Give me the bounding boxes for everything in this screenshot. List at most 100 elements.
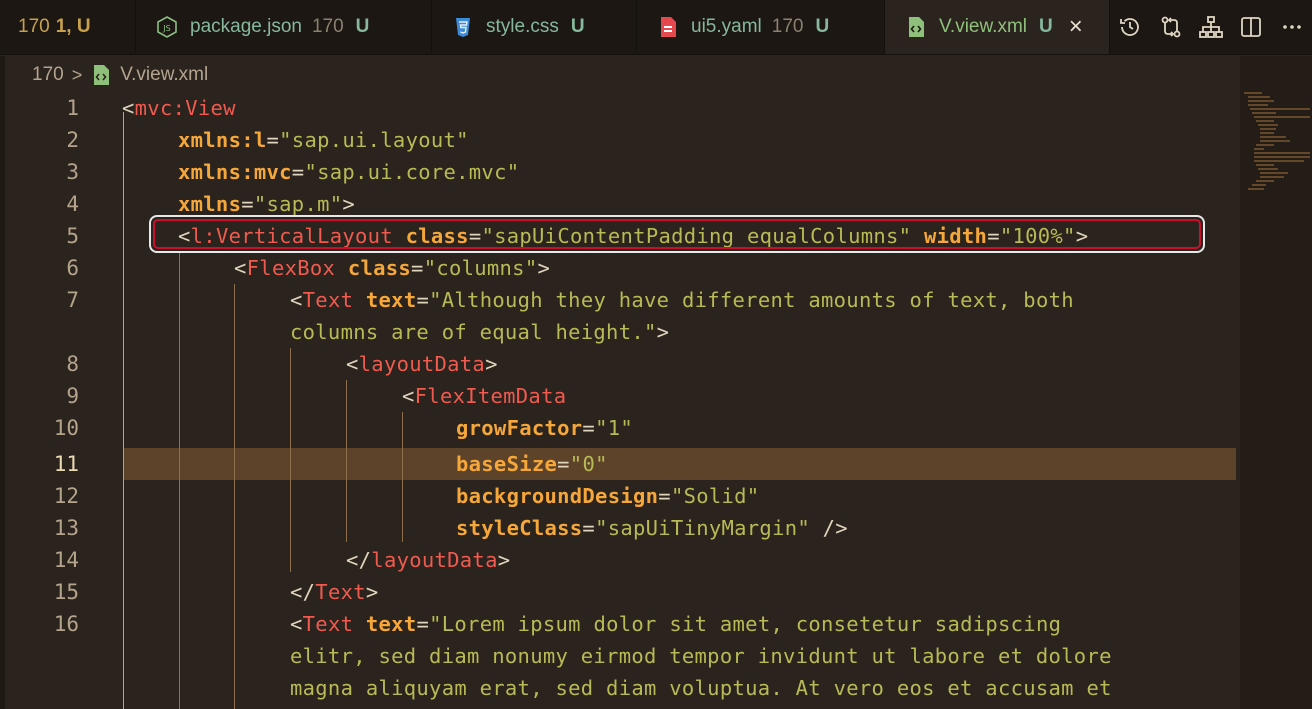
code-text: columns are of equal height.">: [290, 320, 670, 344]
code-line: 9 <FlexItemData: [0, 380, 1240, 412]
minimap-line: [1256, 120, 1274, 122]
tab-count: 170: [311, 16, 344, 37]
xml-icon: [905, 15, 927, 39]
code-text: </layoutData>: [346, 548, 511, 572]
tab-count: 170: [18, 16, 50, 37]
more-icon[interactable]: [1272, 7, 1312, 47]
minimap-line: [1260, 172, 1288, 174]
code-line: 8 <layoutData>: [0, 348, 1240, 380]
code-line: 13 styleClass="sapUiTinyMargin" />: [0, 512, 1240, 544]
tab-badge: U: [355, 16, 370, 37]
tab-badge: U: [570, 16, 585, 37]
line-number: 3: [66, 160, 79, 184]
line-number: 14: [53, 548, 79, 572]
line-number: 2: [66, 128, 79, 152]
tab-package-json[interactable]: JS package.json 170 U: [136, 0, 432, 54]
xml-icon: [92, 64, 110, 86]
tab-badge: 1, U: [55, 16, 91, 37]
minimap-line: [1254, 116, 1310, 118]
code-line-wrap: columns are of equal height.">: [0, 316, 1240, 348]
tab-ui5-yaml[interactable]: ui5.yaml 170 U: [637, 0, 885, 54]
code-line: 10 growFactor="1": [0, 412, 1240, 444]
minimap-line: [1244, 92, 1262, 94]
breadcrumb-file[interactable]: V.view.xml: [120, 64, 208, 86]
code-line: 1 <mvc:View: [0, 92, 1240, 124]
minimap-line: [1254, 152, 1310, 154]
close-icon[interactable]: ×: [1069, 15, 1083, 39]
tab-count: 170: [771, 16, 804, 37]
svg-text:JS: JS: [162, 24, 170, 33]
code-line: 7 <Text text="Although they have differe…: [0, 284, 1240, 316]
code-line: 15 </Text>: [0, 576, 1240, 608]
minimap-line: [1248, 104, 1268, 106]
code-text: <layoutData>: [346, 352, 498, 376]
line-number: 7: [66, 288, 79, 312]
line-number: 4: [66, 192, 79, 216]
tab-v-view-xml[interactable]: V.view.xml U ×: [885, 0, 1110, 54]
code-editor[interactable]: 1 <mvc:View 2 xmlns:l="sap.ui.layout" 3 …: [0, 92, 1240, 709]
chevron-right-icon: >: [71, 64, 83, 85]
minimap-line: [1260, 140, 1290, 142]
line-number: 5: [66, 224, 79, 248]
code-line: 6 <FlexBox class="columns">: [0, 252, 1240, 284]
minimap-line: [1254, 156, 1310, 158]
tab-style-css[interactable]: style.css U: [432, 0, 637, 54]
code-text: magna aliquyam erat, sed diam voluptua. …: [290, 676, 1112, 700]
tab-badge: U: [815, 16, 830, 37]
tab-label: package.json: [190, 16, 302, 37]
line-number: 8: [66, 352, 79, 376]
tab-badge: U: [1039, 16, 1053, 37]
minimap-line: [1260, 132, 1274, 134]
minimap-line: [1258, 168, 1278, 170]
minimap-line: [1256, 164, 1274, 166]
history-icon[interactable]: [1110, 7, 1150, 47]
css-icon: [452, 15, 474, 39]
line-number: 12: [53, 484, 79, 508]
minimap-line: [1248, 188, 1264, 190]
line-number: 10: [53, 416, 79, 440]
code-text: elitr, sed diam nonumy eirmod tempor inv…: [290, 644, 1112, 668]
breadcrumb-folder[interactable]: 170: [32, 64, 64, 86]
line-number: 9: [66, 384, 79, 408]
tab-label: ui5.yaml: [691, 16, 762, 37]
line-number: 6: [66, 256, 79, 280]
tab-partial[interactable]: 170 1, U: [0, 0, 136, 54]
code-text: xmlns:l="sap.ui.layout": [178, 128, 469, 152]
hierarchy-icon[interactable]: [1191, 7, 1231, 47]
code-text: <FlexBox class="columns">: [234, 256, 551, 280]
code-line-wrap: magna aliquyam erat, sed diam voluptua. …: [0, 672, 1240, 704]
yaml-icon: [657, 15, 679, 39]
minimap-line: [1248, 96, 1270, 98]
code-text: styleClass="sapUiTinyMargin" />: [456, 516, 848, 540]
minimap-line: [1254, 148, 1264, 150]
code-line-current: 11 baseSize="0": [0, 448, 1240, 480]
highlight-outline: [149, 215, 1205, 253]
code-text: baseSize="0": [456, 452, 608, 476]
code-line-wrap: elitr, sed diam nonumy eirmod tempor inv…: [0, 640, 1240, 672]
source-compare-icon[interactable]: [1150, 7, 1190, 47]
code-text: </Text>: [290, 580, 379, 604]
code-text: growFactor="1": [456, 416, 634, 440]
minimap-line: [1260, 176, 1284, 178]
minimap-line: [1256, 180, 1274, 182]
minimap-line: [1260, 128, 1276, 130]
code-line: 3 xmlns:mvc="sap.ui.core.mvc": [0, 156, 1240, 188]
breadcrumb: 170 > V.view.xml: [32, 62, 208, 88]
minimap-line: [1256, 144, 1274, 146]
minimap-line: [1248, 100, 1274, 102]
line-number: 13: [53, 516, 79, 540]
split-editor-icon[interactable]: [1231, 7, 1271, 47]
line-number: 16: [53, 612, 79, 636]
nodejs-icon: JS: [156, 15, 178, 39]
code-text: xmlns:mvc="sap.ui.core.mvc": [178, 160, 520, 184]
code-line: 12 backgroundDesign="Solid": [0, 480, 1240, 512]
line-number: 1: [66, 96, 79, 120]
editor-tab-bar: 170 1, U JS package.json 170 U style.css…: [0, 0, 1312, 55]
code-text: backgroundDesign="Solid": [456, 484, 760, 508]
code-text: <mvc:View: [122, 96, 236, 120]
tab-label: V.view.xml: [939, 16, 1027, 37]
minimap[interactable]: [1240, 56, 1312, 709]
minimap-line: [1250, 108, 1310, 110]
line-number: 11: [53, 452, 79, 476]
editor-actions: [1110, 0, 1312, 54]
